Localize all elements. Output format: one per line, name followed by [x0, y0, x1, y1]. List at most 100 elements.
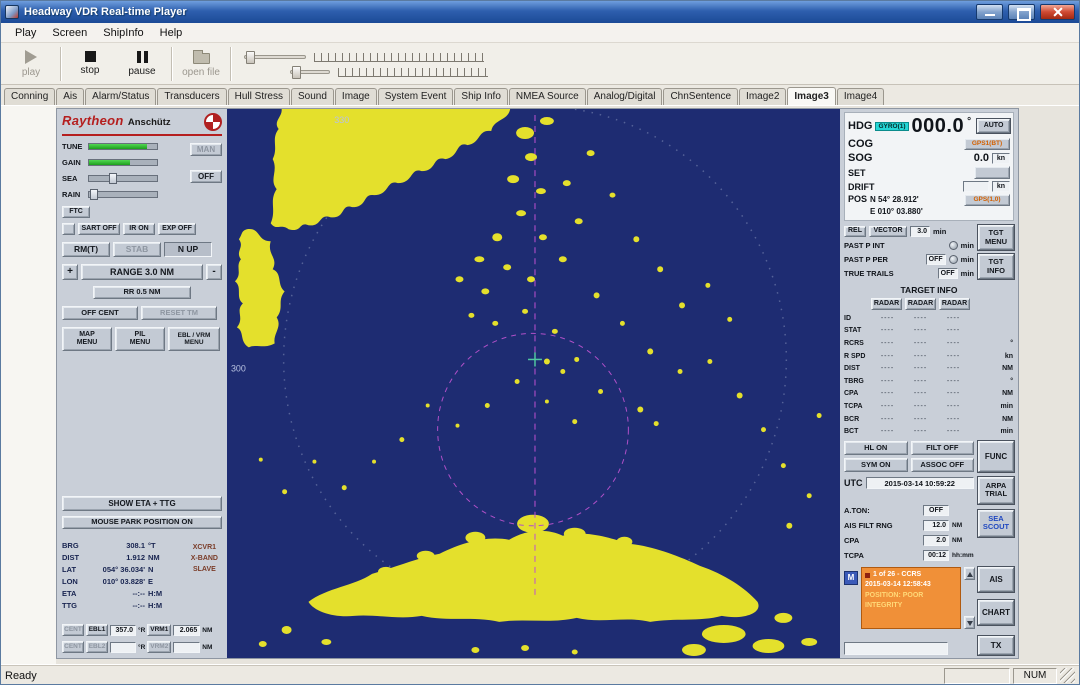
past-pos-interval-spinner[interactable] [949, 241, 958, 250]
tab[interactable]: Ship Info [454, 88, 507, 105]
resize-grip[interactable] [1060, 668, 1075, 683]
target-info-row: BCR ---- ---- ---- NM [844, 413, 1014, 426]
pause-button[interactable]: pause [116, 45, 168, 83]
pil-menu-button[interactable]: PIL MENU [115, 327, 165, 351]
tab[interactable]: System Event [378, 88, 454, 105]
radar-display[interactable]: 330 300 [227, 109, 840, 658]
menu-item[interactable]: ShipInfo [95, 25, 151, 41]
auto-button[interactable]: AUTO [977, 119, 1010, 133]
gps2-button[interactable]: GPS(1,0) [964, 194, 1010, 206]
vrm1-button[interactable]: VRM1 [147, 624, 171, 636]
cent-ebl2-button[interactable]: CENT [62, 641, 84, 653]
tgt-info-button[interactable]: TGT INFO [978, 254, 1014, 279]
range-minus-button[interactable]: - [206, 264, 222, 280]
off-cent-button[interactable]: OFF CENT [62, 306, 138, 320]
rm-button[interactable]: RM(T) [62, 242, 110, 257]
menu-item[interactable]: Help [152, 25, 191, 41]
close-button[interactable] [1040, 4, 1075, 20]
target-info-table: ID ---- ---- ---- STAT ---- ---- ---- [844, 312, 1014, 438]
sea-slider[interactable] [88, 175, 158, 182]
off-button[interactable]: OFF [190, 170, 222, 183]
position-slider[interactable] [290, 70, 330, 74]
tab[interactable]: Transducers [157, 88, 226, 105]
man-button[interactable]: MAN [190, 143, 222, 156]
alert-scroll-down-button[interactable] [964, 616, 975, 629]
bearing-label: 330 [334, 115, 349, 125]
titlebar[interactable]: Headway VDR Real-time Player [1, 1, 1079, 23]
tab[interactable]: Sound [291, 88, 334, 105]
vrm2-button[interactable]: VRM2 [147, 641, 171, 653]
sart-button[interactable]: SART OFF [78, 223, 120, 235]
north-up-button[interactable]: N UP [164, 242, 212, 257]
tgt-menu-button[interactable]: TGT MENU [978, 225, 1014, 250]
exp-button[interactable]: EXP OFF [158, 223, 196, 235]
range-ring-button[interactable]: RR 0.5 NM [93, 286, 191, 299]
past-pos-period-spinner[interactable] [949, 255, 958, 264]
show-eta-button[interactable]: SHOW ETA + TTG [62, 496, 222, 511]
chart-button[interactable]: CHART [978, 600, 1014, 625]
rain-slider-thumb[interactable] [90, 189, 98, 200]
ir-button[interactable]: IR ON [123, 223, 155, 235]
ebl1-button[interactable]: EBL1 [86, 624, 108, 636]
set-blank-button[interactable] [974, 166, 1010, 179]
app-window: Headway VDR Real-time Player PlayScreenS… [0, 0, 1080, 685]
mouse-park-button[interactable]: MOUSE PARK POSITION ON [62, 516, 222, 529]
tab[interactable]: Image4 [837, 88, 884, 105]
arpa-trial-button[interactable]: ARPA TRIAL [978, 477, 1014, 504]
hl-on-button[interactable]: HL ON [844, 441, 908, 455]
stab-button[interactable]: STAB [113, 242, 161, 257]
tab[interactable]: Ais [56, 88, 84, 105]
tab[interactable]: Image [335, 88, 377, 105]
nav-info-row: LON 010° 03.828' E [62, 575, 222, 587]
tx-button[interactable]: TX [978, 636, 1014, 655]
gps1-button[interactable]: GPS1(BT) [964, 138, 1010, 150]
radar-column-button[interactable]: RADAR [905, 298, 936, 310]
map-menu-button[interactable]: MAP MENU [62, 327, 112, 351]
cent-ebl1-button[interactable]: CENT [62, 624, 84, 636]
ebl2-button[interactable]: EBL2 [86, 641, 108, 653]
filt-off-button[interactable]: FILT OFF [911, 441, 975, 455]
ais-button[interactable]: AIS [978, 567, 1014, 592]
sog-label: SOG [848, 152, 872, 164]
tab[interactable]: Conning [4, 88, 55, 105]
menu-item[interactable]: Play [7, 25, 44, 41]
position-slider-thumb[interactable] [292, 66, 301, 79]
tab[interactable]: Image2 [739, 88, 786, 105]
past-pos-period-value: OFF [926, 254, 946, 265]
func-button[interactable]: FUNC [978, 441, 1014, 472]
stop-button[interactable]: stop [64, 45, 116, 83]
radar-column-button[interactable]: RADAR [871, 298, 902, 310]
speed-slider-thumb[interactable] [246, 51, 255, 64]
sym-on-button[interactable]: SYM ON [844, 458, 908, 472]
blank-filter-button[interactable] [62, 223, 75, 235]
reset-tm-button[interactable]: RESET TM [141, 306, 217, 320]
ebl-vrm-menu-button[interactable]: EBL / VRM MENU [168, 327, 220, 351]
range-plus-button[interactable]: + [62, 264, 78, 280]
tab[interactable]: ChnSentence [663, 88, 738, 105]
tab[interactable]: NMEA Source [509, 88, 586, 105]
sea-scout-button[interactable]: SEA SCOUT [978, 510, 1014, 537]
radar-column-button[interactable]: RADAR [939, 298, 970, 310]
tab[interactable]: Hull Stress [228, 88, 290, 105]
play-button[interactable]: play [5, 45, 57, 83]
range-display-button[interactable]: RANGE 3.0 NM [81, 264, 203, 280]
tab[interactable]: Analog/Digital [587, 88, 663, 105]
tab[interactable]: Image3 [787, 87, 835, 105]
minimize-button[interactable] [976, 4, 1003, 20]
tab[interactable]: Alarm/Status [85, 88, 156, 105]
tune-slider[interactable] [88, 143, 158, 150]
ftc-button[interactable]: FTC [62, 206, 90, 218]
sea-slider-thumb[interactable] [109, 173, 117, 184]
rel-button[interactable]: REL [844, 226, 866, 237]
alert-scroll-up-button[interactable] [964, 567, 975, 580]
maximize-button[interactable] [1008, 4, 1035, 20]
bearing-label: 300 [231, 363, 246, 373]
menu-item[interactable]: Screen [44, 25, 95, 41]
open-file-button[interactable]: open file [175, 45, 227, 83]
vector-button[interactable]: VECTOR [869, 226, 907, 237]
gain-slider[interactable] [88, 159, 158, 166]
speed-slider[interactable] [244, 55, 306, 59]
set-label: SET [848, 168, 866, 178]
assoc-off-button[interactable]: ASSOC OFF [911, 458, 975, 472]
rain-slider[interactable] [88, 191, 158, 198]
